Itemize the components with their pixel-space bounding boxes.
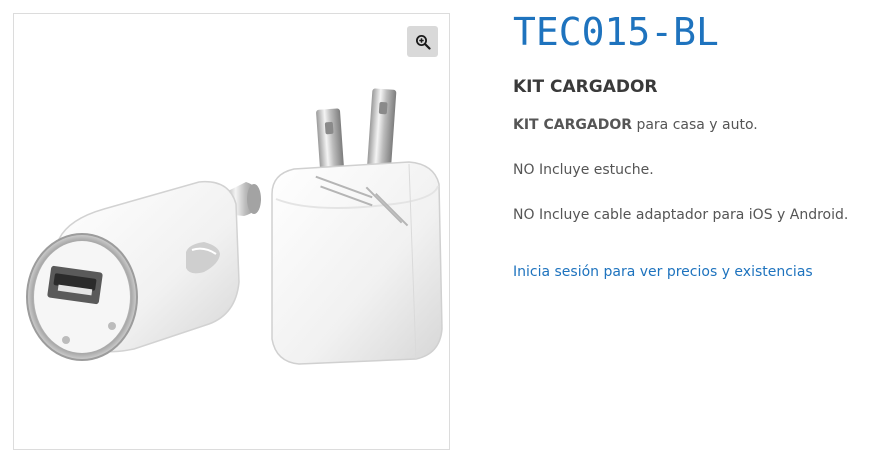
product-description: KIT CARGADOR para casa y auto. [513,116,758,134]
magnifier-plus-icon [415,34,431,50]
car-charger-body [26,180,240,361]
product-subtitle: KIT CARGADOR [513,77,658,97]
description-rest: para casa y auto. [632,117,758,133]
product-page: TEC015-BL KIT CARGADOR KIT CARGADOR para… [0,0,893,457]
zoom-button[interactable] [407,26,438,57]
login-link[interactable]: Inicia sesión para ver precios y existen… [513,263,813,281]
wall-charger-cube [271,161,443,365]
product-gallery [13,13,450,450]
product-title: TEC015-BL [513,10,719,54]
no-case-note: NO Incluye estuche. [513,162,654,178]
no-cable-note: NO Incluye cable adaptador para iOS y An… [513,207,849,223]
description-bold: KIT CARGADOR [513,117,632,133]
product-image[interactable] [14,14,449,449]
